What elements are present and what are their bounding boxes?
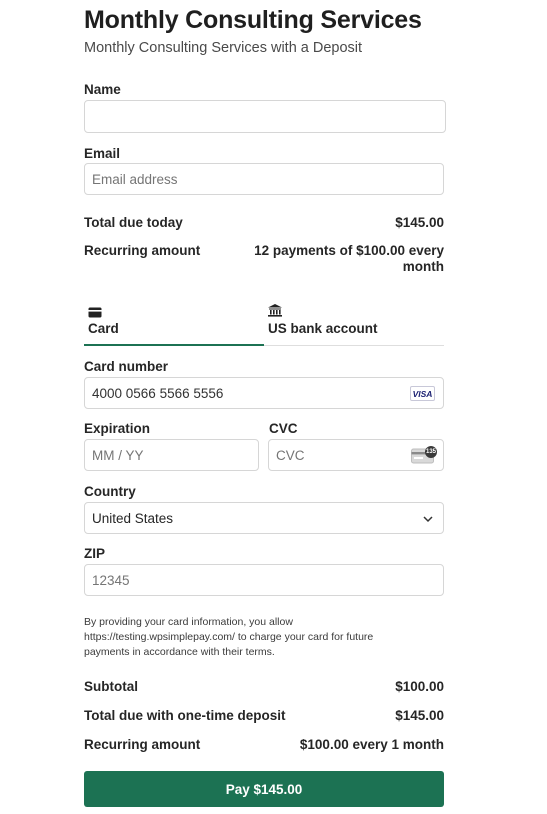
email-placeholder: Email address (92, 171, 178, 187)
card-number-label: Card number (84, 359, 169, 374)
disclaimer-text: By providing your card information, you … (84, 616, 374, 658)
cvc-label: CVC (269, 421, 298, 436)
country-select[interactable]: United States (84, 502, 444, 534)
expiration-label: Expiration (84, 421, 151, 436)
cvc-card-icon: 135 (411, 446, 437, 464)
tab-bank-label: US bank account (268, 321, 378, 336)
cvc-badge: 135 (425, 446, 437, 458)
recurring-top-value: 12 payments of $100.00 every month (254, 243, 444, 274)
subtotal-value: $100.00 (395, 679, 444, 694)
credit-card-icon (88, 305, 102, 318)
email-label: Email (84, 146, 121, 161)
total-today-value: $145.00 (395, 215, 444, 230)
card-number-field[interactable]: 4000 0566 5566 5556 VISA (84, 377, 444, 409)
deposit-total-label: Total due with one-time deposit (84, 708, 286, 723)
tab-active-indicator (84, 344, 264, 346)
tab-us-bank-account[interactable]: US bank account (264, 302, 444, 346)
recurring-bottom-label: Recurring amount (84, 737, 201, 752)
visa-icon: VISA (410, 386, 435, 401)
zip-field[interactable]: 12345 (84, 564, 444, 596)
cvc-field[interactable]: CVC 135 (268, 439, 444, 471)
total-today-label: Total due today (84, 215, 183, 230)
tab-card[interactable]: Card (84, 302, 264, 346)
recurring-top-label: Recurring amount (84, 243, 201, 258)
chevron-down-icon (423, 512, 433, 523)
name-label: Name (84, 82, 121, 97)
zip-label: ZIP (84, 546, 106, 561)
name-field[interactable] (84, 100, 446, 133)
country-label: Country (84, 484, 136, 499)
tab-card-label: Card (88, 321, 119, 336)
expiration-field[interactable]: MM / YY (84, 439, 259, 471)
page-subtitle: Monthly Consulting Services with a Depos… (84, 40, 363, 56)
pay-button[interactable]: Pay $145.00 (84, 771, 444, 807)
recurring-bottom-value: $100.00 every 1 month (299, 737, 444, 752)
country-value: United States (92, 510, 174, 526)
deposit-total-value: $145.00 (395, 708, 444, 723)
email-field[interactable]: Email address (84, 163, 444, 195)
page-title: Monthly Consulting Services (84, 6, 422, 34)
card-number-value: 4000 0566 5566 5556 (92, 385, 224, 401)
bank-icon (268, 304, 282, 317)
cvc-placeholder: CVC (276, 447, 305, 463)
zip-placeholder: 12345 (92, 572, 130, 588)
subtotal-label: Subtotal (84, 679, 138, 694)
expiration-placeholder: MM / YY (92, 447, 144, 463)
